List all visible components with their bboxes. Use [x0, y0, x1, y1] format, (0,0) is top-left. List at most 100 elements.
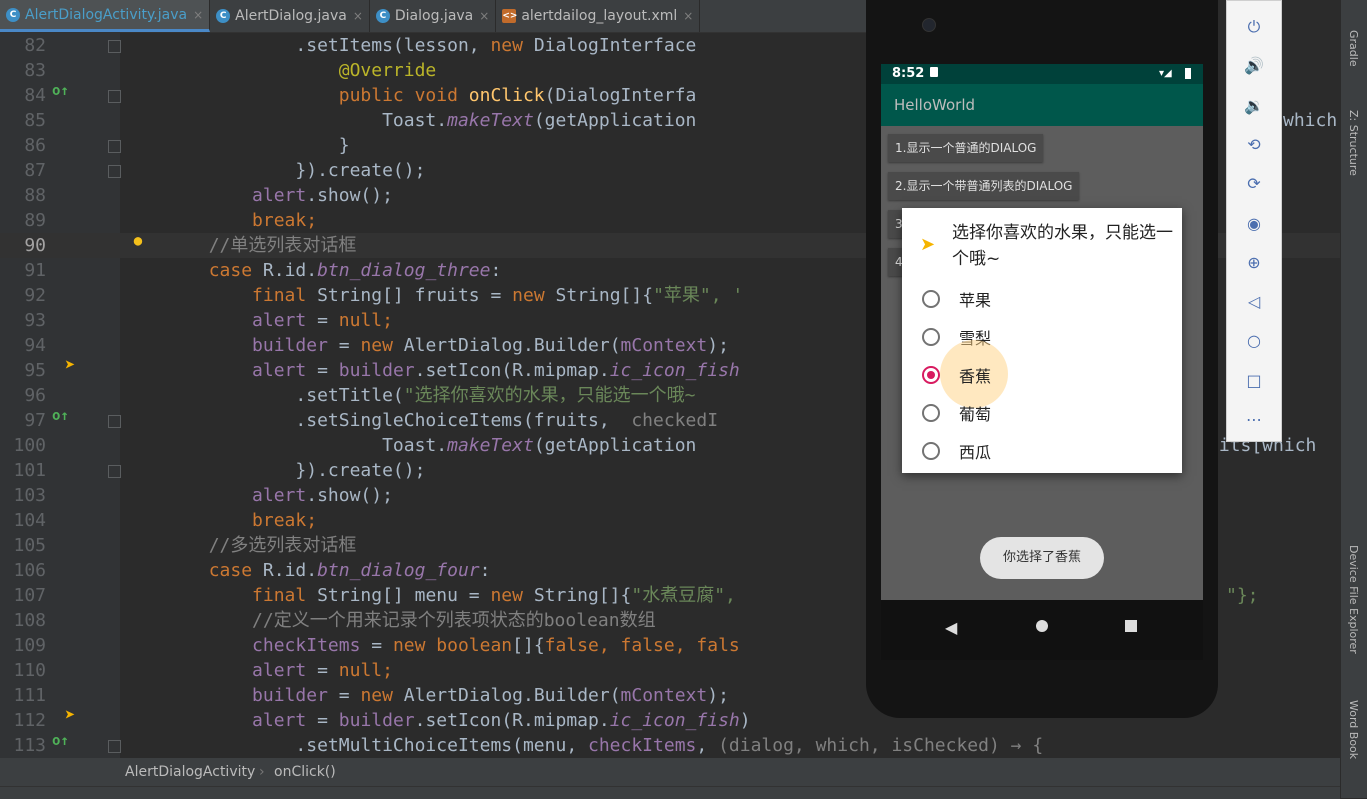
- option-label[interactable]: 葡萄: [959, 401, 991, 425]
- fold-marker-icon[interactable]: [108, 415, 121, 428]
- code-text: break;: [122, 210, 318, 231]
- line-number: 91: [24, 260, 46, 281]
- tab-2[interactable]: C Dialog.java ×: [370, 0, 497, 32]
- status-bar: [0, 786, 1340, 799]
- overview-icon[interactable]: □: [1227, 363, 1281, 399]
- word-book-button[interactable]: Word Book: [1347, 700, 1360, 759]
- code-text: //多选列表对话框: [122, 535, 357, 556]
- toast-message: 你选择了香蕉: [980, 537, 1104, 579]
- normal-dialog-button[interactable]: 1.显示一个普通的DIALOG: [888, 134, 1044, 162]
- close-tab-icon[interactable]: ×: [479, 9, 489, 23]
- code-text: builder = new AlertDialog.Builder(mConte…: [122, 335, 729, 356]
- zoom-icon[interactable]: ⊕: [1227, 245, 1281, 281]
- rotate-right-icon[interactable]: ⟳: [1227, 166, 1281, 202]
- code-text: alert = builder.setIcon(R.mipmap.ic_icon…: [122, 360, 740, 381]
- radio-button[interactable]: [922, 404, 940, 422]
- more-icon[interactable]: ⋯: [1227, 402, 1281, 438]
- line-number: 113: [13, 735, 46, 756]
- emulator-controls: ⏻ 🔊 🔉 ⟲ ⟳ ◉ ⊕ ◁ ○ □ ⋯: [1226, 0, 1282, 442]
- code-line[interactable]: 113 o↑ .setMultiChoiceItems(menu, checkIt…: [0, 733, 1340, 758]
- android-nav-bar: ◀: [881, 600, 1203, 660]
- list-dialog-button[interactable]: 2.显示一个带普通列表的DIALOG: [888, 172, 1080, 200]
- nav-home-icon[interactable]: [1036, 620, 1048, 632]
- override-marker-icon[interactable]: o↑: [52, 408, 69, 424]
- nav-recents-icon[interactable]: [1125, 620, 1137, 632]
- power-icon[interactable]: ⏻: [1227, 9, 1281, 45]
- volume-down-icon[interactable]: 🔉: [1227, 88, 1281, 124]
- back-icon[interactable]: ◁: [1227, 284, 1281, 320]
- code-overflow-text: "};: [1226, 585, 1259, 606]
- wifi-signal-icon: ▾◢: [1159, 68, 1172, 79]
- line-number: 104: [13, 510, 46, 531]
- line-number: 105: [13, 535, 46, 556]
- app-toolbar: HelloWorld: [881, 84, 1203, 126]
- code-text: alert = null;: [122, 310, 393, 331]
- tab-3[interactable]: <> alertdailog_layout.xml ×: [496, 0, 701, 32]
- option-label[interactable]: 西瓜: [959, 439, 991, 463]
- code-text: public void onClick(DialogInterfa: [122, 85, 697, 106]
- line-number: 85: [24, 110, 46, 131]
- code-text: break;: [122, 510, 318, 531]
- fold-marker-icon[interactable]: [108, 140, 121, 153]
- code-text: final String[] fruits = new String[]{"苹果…: [122, 285, 744, 306]
- sd-card-icon: [930, 67, 938, 77]
- fold-marker-icon[interactable]: [108, 40, 121, 53]
- rotate-left-icon[interactable]: ⟲: [1227, 127, 1281, 163]
- line-number: 82: [24, 35, 46, 56]
- close-tab-icon[interactable]: ×: [683, 9, 693, 23]
- nav-back-icon[interactable]: ◀: [945, 618, 957, 637]
- fold-marker-icon[interactable]: [108, 90, 121, 103]
- line-number: 107: [13, 585, 46, 606]
- fold-marker-icon[interactable]: [108, 740, 121, 753]
- line-number: 101: [13, 460, 46, 481]
- breadcrumb-method[interactable]: onClick(): [274, 758, 336, 786]
- camera-icon[interactable]: ◉: [1227, 206, 1281, 242]
- line-number: 96: [24, 385, 46, 406]
- option-label[interactable]: 苹果: [959, 287, 991, 311]
- tab-1[interactable]: C AlertDialog.java ×: [210, 0, 370, 32]
- java-class-icon: C: [6, 7, 20, 22]
- breadcrumb-class[interactable]: AlertDialogActivity: [125, 758, 255, 786]
- dialog-title: 选择你喜欢的水果，只能选一个哦~: [952, 223, 1173, 269]
- fold-marker-icon[interactable]: [108, 165, 121, 178]
- override-marker-icon[interactable]: o↑: [52, 733, 69, 749]
- code-text: case R.id.btn_dialog_three:: [122, 260, 502, 281]
- single-choice-dialog: ➤ 选择你喜欢的水果，只能选一个哦~ 苹果 雪梨 香蕉 葡萄 西瓜: [902, 208, 1182, 473]
- override-marker-icon[interactable]: o↑: [52, 83, 69, 99]
- fold-marker-icon[interactable]: [108, 465, 121, 478]
- breadcrumb-separator: ›: [259, 764, 265, 780]
- line-number: 106: [13, 560, 46, 581]
- tab-0[interactable]: C AlertDialogActivity.java ×: [0, 0, 211, 32]
- fish-resource-icon: ➤: [64, 705, 76, 726]
- code-text: .setItems(lesson, new DialogInterface: [122, 35, 697, 56]
- line-number: 87: [24, 160, 46, 181]
- line-number: 109: [13, 635, 46, 656]
- line-number: 97: [24, 410, 46, 431]
- status-time: 8:52: [892, 66, 925, 81]
- code-text: .setSingleChoiceItems(fruits, checkedI: [122, 410, 719, 431]
- close-tab-icon[interactable]: ×: [353, 9, 363, 23]
- device-file-explorer-button[interactable]: Device File Explorer: [1347, 545, 1360, 654]
- java-class-icon: C: [216, 9, 231, 23]
- radio-button[interactable]: [922, 290, 940, 308]
- front-camera: [922, 18, 936, 32]
- volume-up-icon[interactable]: 🔊: [1227, 48, 1281, 84]
- line-number: 95: [24, 360, 46, 381]
- radio-button[interactable]: [922, 328, 940, 346]
- gradle-tool-button[interactable]: Gradle: [1347, 30, 1360, 67]
- code-text: builder = new AlertDialog.Builder(mConte…: [122, 685, 729, 706]
- radio-button[interactable]: [922, 442, 940, 460]
- structure-tool-button[interactable]: Z: Structure: [1347, 110, 1360, 176]
- close-tab-icon[interactable]: ×: [193, 8, 203, 22]
- line-number: 94: [24, 335, 46, 356]
- line-number: 86: [24, 135, 46, 156]
- battery-icon: [1185, 68, 1191, 79]
- home-icon[interactable]: ○: [1227, 323, 1281, 359]
- option-label[interactable]: 香蕉: [959, 363, 991, 387]
- radio-button[interactable]: [922, 366, 940, 384]
- code-text: @Override: [122, 60, 437, 81]
- line-number: 93: [24, 310, 46, 331]
- code-text: .setMultiChoiceItems(menu, checkItems, (…: [122, 735, 1044, 756]
- tab-label: Dialog.java: [394, 8, 474, 24]
- line-number: 112: [13, 710, 46, 731]
